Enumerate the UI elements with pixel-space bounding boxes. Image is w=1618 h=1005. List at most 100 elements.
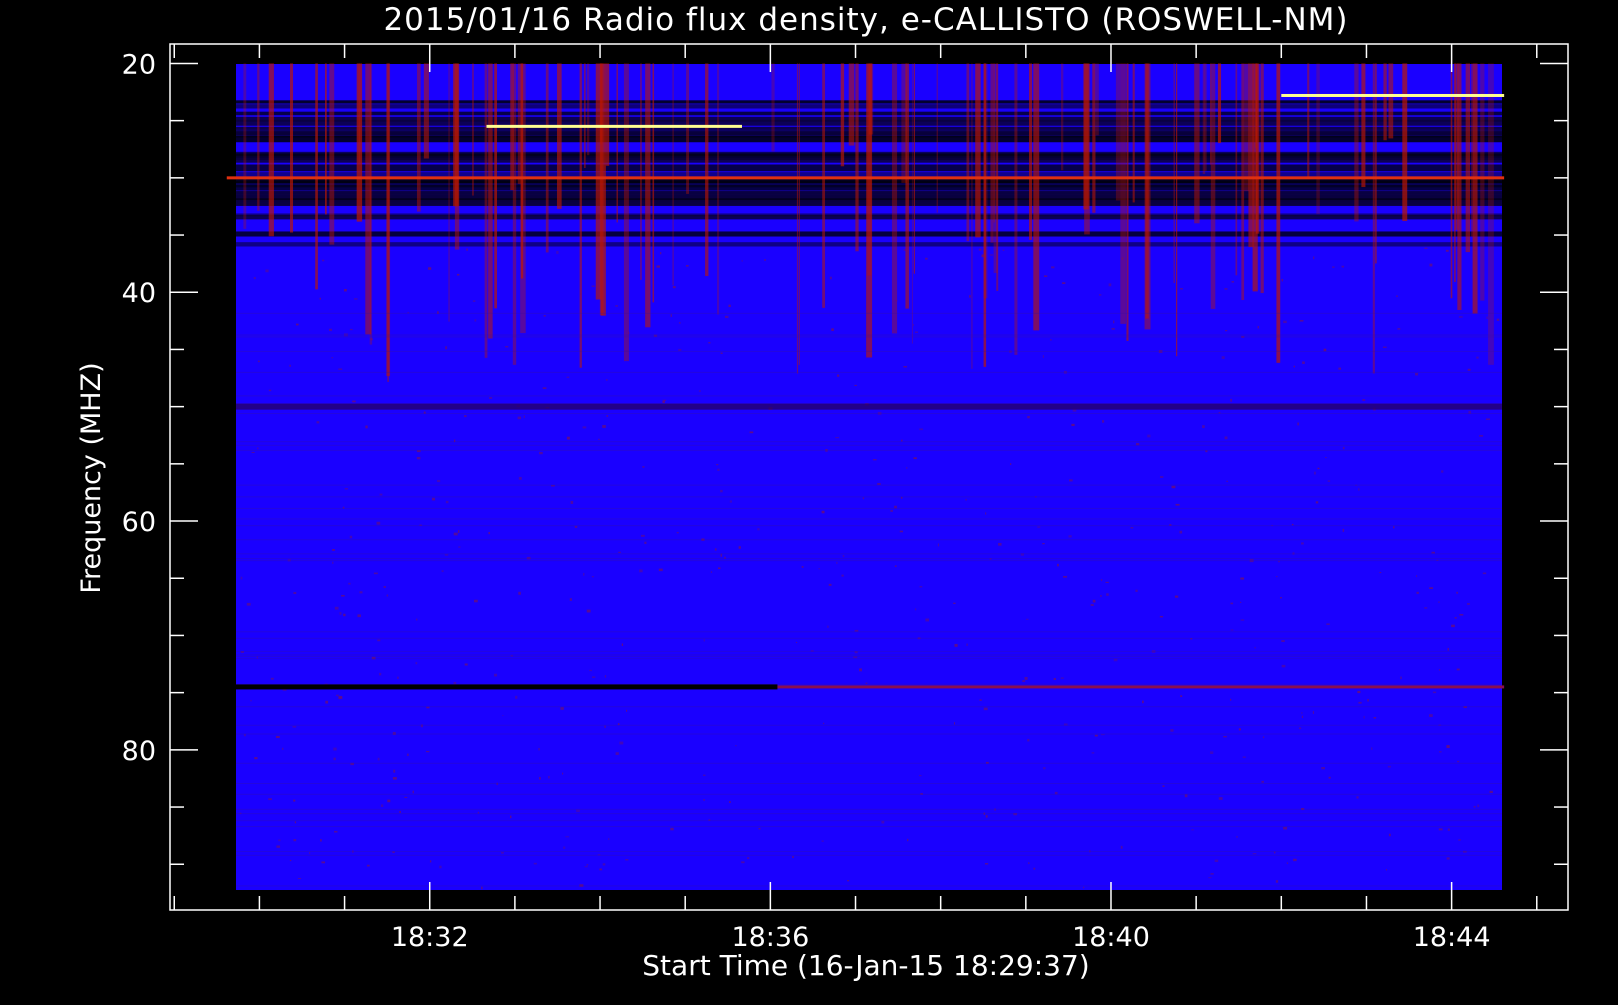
noise-speck — [380, 804, 384, 808]
noise-speck — [1379, 572, 1382, 574]
noise-speck — [615, 752, 619, 755]
noise-speck — [747, 856, 750, 860]
noise-speck — [872, 459, 877, 461]
noise-speck — [831, 328, 834, 332]
noise-speck — [275, 735, 280, 739]
noise-speck — [1323, 348, 1327, 352]
noise-speck — [501, 852, 504, 854]
burst-column — [517, 63, 521, 184]
noise-speck — [352, 400, 356, 403]
noise-speck — [1254, 646, 1256, 649]
noise-speck — [1221, 356, 1225, 359]
noise-speck — [250, 699, 252, 702]
noise-speck — [376, 521, 381, 525]
burst-column — [686, 63, 690, 194]
noise-speck — [481, 886, 483, 890]
noise-speck — [1083, 886, 1085, 889]
noise-speck — [1069, 479, 1073, 482]
noise-speck — [640, 534, 645, 537]
noise-speck — [1458, 316, 1463, 318]
burst-column — [822, 63, 826, 308]
x-tick-label: 18:32 — [391, 922, 469, 953]
noise-speck — [1301, 542, 1304, 545]
noise-speck — [1159, 615, 1163, 618]
noise-speck — [1202, 425, 1205, 429]
burst-column — [913, 63, 915, 274]
burst-column — [243, 63, 247, 229]
noise-speck — [429, 860, 432, 863]
burst-column — [587, 63, 590, 156]
noise-speck — [412, 790, 414, 794]
noise-speck — [1371, 747, 1373, 750]
burst-column — [472, 63, 474, 196]
burst-column — [1029, 63, 1032, 240]
chart-title: 2015/01/16 Radio flux density, e-CALLIST… — [383, 2, 1348, 38]
noise-speck — [720, 352, 723, 354]
noise-row — [236, 826, 1502, 828]
noise-speck — [919, 428, 924, 431]
noise-speck — [253, 276, 256, 280]
noise-speck — [984, 862, 989, 865]
noise-speck — [1429, 587, 1433, 589]
noise-speck — [1210, 751, 1214, 754]
noise-speck — [474, 319, 477, 322]
noise-speck — [338, 368, 343, 370]
burst-column — [716, 63, 720, 315]
noise-speck — [1037, 526, 1041, 528]
noise-speck — [515, 695, 518, 699]
noise-speck — [953, 602, 956, 604]
burst-column — [1480, 63, 1485, 301]
noise-speck — [1447, 828, 1450, 831]
noise-speck — [574, 525, 578, 528]
noise-speck — [1341, 265, 1345, 268]
noise-speck — [359, 591, 363, 594]
noise-speck — [1299, 320, 1304, 322]
noise-speck — [854, 384, 857, 386]
burst-column — [1115, 63, 1121, 201]
x-tick-label: 18:44 — [1413, 922, 1491, 953]
noise-row — [236, 631, 1502, 633]
noise-row — [236, 395, 1502, 397]
noise-speck — [1208, 877, 1212, 879]
noise-speck — [566, 436, 570, 440]
noise-speck — [1100, 579, 1103, 582]
noise-speck — [716, 464, 719, 466]
burst-column — [936, 63, 938, 213]
noise-speck — [1441, 470, 1444, 473]
noise-speck — [1456, 668, 1460, 671]
noise-speck — [1171, 485, 1176, 489]
noise-speck — [445, 346, 448, 350]
plot-area: 20406080 18:32 18:36 18:40 18:44 — [122, 43, 1569, 953]
noise-speck — [710, 571, 713, 573]
noise-speck — [827, 625, 829, 628]
noise-speck — [1063, 575, 1068, 578]
burst-column — [579, 63, 582, 368]
noise-speck — [322, 259, 325, 262]
noise-speck — [758, 827, 761, 830]
noise-speck — [1357, 690, 1361, 694]
noise-row — [236, 885, 1502, 887]
noise-speck — [333, 757, 336, 761]
noise-speck — [1293, 365, 1296, 368]
noise-speck — [1367, 698, 1369, 702]
noise-speck — [698, 390, 701, 392]
noise-speck — [416, 618, 418, 621]
noise-speck — [678, 322, 681, 324]
noise-speck — [903, 249, 906, 251]
noise-speck — [925, 257, 928, 260]
noise-speck — [741, 260, 743, 262]
noise-speck — [1090, 604, 1094, 606]
noise-speck — [1053, 678, 1056, 680]
noise-speck — [828, 583, 832, 586]
noise-speck — [642, 466, 645, 468]
noise-speck — [1281, 278, 1283, 282]
noise-speck — [1416, 575, 1418, 578]
noise-speck — [1062, 282, 1066, 284]
burst-column — [1202, 63, 1206, 175]
noise-speck — [1387, 765, 1391, 768]
noise-speck — [1477, 804, 1480, 808]
noise-speck — [686, 265, 689, 267]
noise-speck — [1191, 829, 1194, 831]
noise-row — [236, 783, 1502, 785]
noise-speck — [718, 567, 721, 569]
